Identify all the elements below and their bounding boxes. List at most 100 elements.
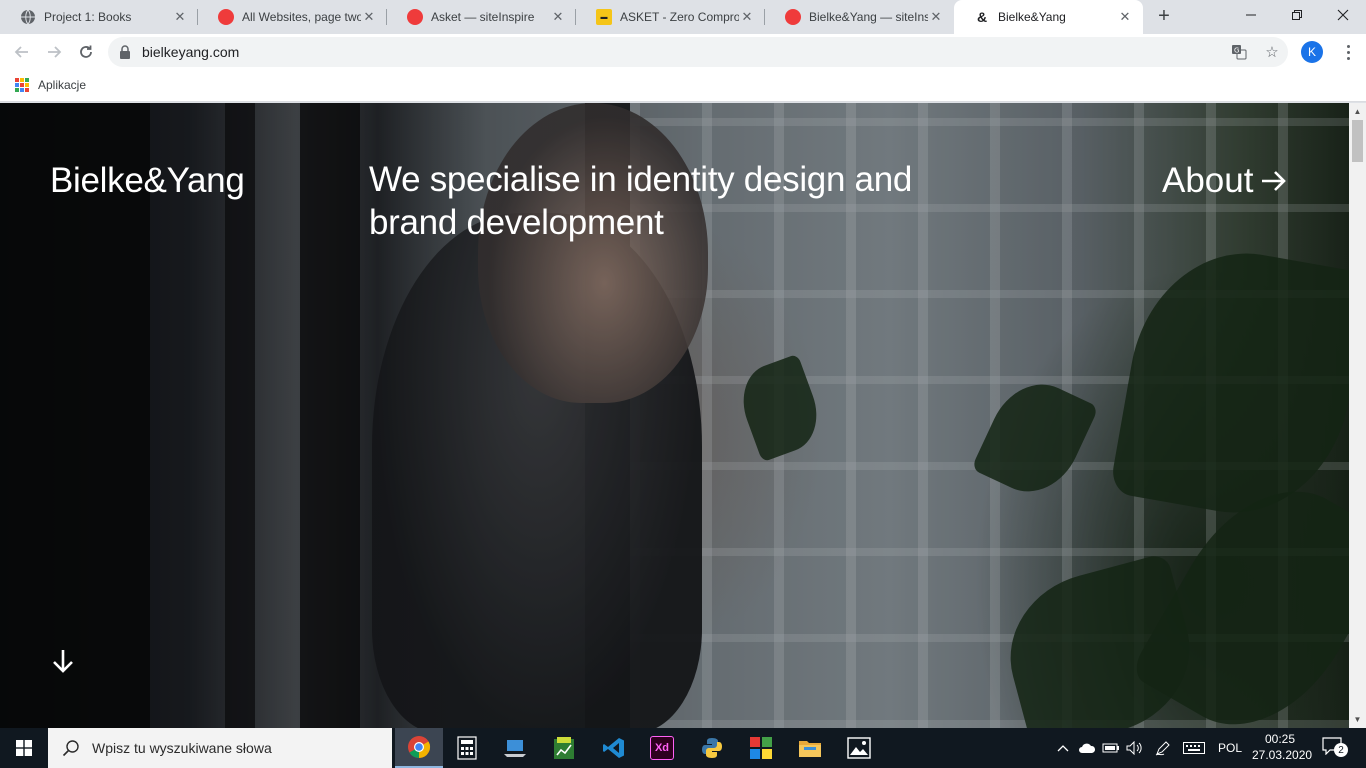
lock-icon [120,45,130,59]
chart-app-icon [554,737,574,759]
close-window-button[interactable] [1320,0,1366,30]
restore-icon [1292,10,1302,20]
chrome-icon [408,736,430,758]
asket-icon: ▬ [596,9,612,25]
taskbar-photos[interactable] [835,728,883,768]
bookmark-apps[interactable]: Aplikacje [15,78,86,92]
python-icon [702,738,722,758]
about-link[interactable]: About [1162,161,1289,201]
calculator-icon [457,736,477,760]
bookmarks-bar: Aplikacje [0,70,1366,102]
taskbar-vscode[interactable] [590,728,638,768]
chrome-menu-button[interactable] [1338,40,1358,64]
ampersand-icon: & [976,9,988,25]
taskbar-clock[interactable]: 00:25 27.03.2020 [1252,731,1313,763]
siteinspire-icon [407,9,423,25]
arrow-right-icon [48,46,62,58]
forward-button[interactable] [42,40,66,64]
notification-badge: 2 [1334,743,1348,757]
taskbar-python[interactable] [688,728,736,768]
apps-grid-icon [15,78,29,92]
taskbar-adobe-xd[interactable]: Xd [638,728,686,768]
adobe-xd-icon: Xd [650,736,674,760]
tab-bielke-siteinspire[interactable]: Bielke&Yang — siteInspire ✕ [765,0,954,34]
hero-section: Bielke&Yang We specialise in identity de… [0,103,1349,728]
tab-title: ASKET - Zero Compromise [620,10,739,24]
siteinspire-icon [785,9,801,25]
tab-title: Project 1: Books [44,10,132,24]
close-icon[interactable]: ✕ [739,9,755,25]
tab-title: Bielke&Yang [998,10,1066,24]
siteinspire-icon [218,9,234,25]
bookmark-label: Aplikacje [38,78,87,92]
tab-title: Asket — siteInspire [431,10,535,24]
close-icon[interactable]: ✕ [172,9,188,25]
battery-icon[interactable] [1100,728,1122,768]
globe-icon [20,9,36,25]
close-icon[interactable]: ✕ [1117,9,1133,25]
tab-title: All Websites, page two [242,10,361,24]
tab-strip: Project 1: Books ✕ All Websites, page tw… [0,0,1366,34]
arrow-down-icon[interactable] [50,648,76,674]
browser-toolbar: bielkeyang.com G ☆ K [0,34,1366,70]
taskbar-search[interactable]: Wpisz tu wyszukiwane słowa [48,728,392,768]
page-scrollbar[interactable]: ▲ ▼ [1349,103,1366,728]
new-tab-button[interactable]: + [1153,6,1175,28]
bookmark-star-icon[interactable]: ☆ [1263,43,1281,61]
back-button[interactable] [10,40,34,64]
hero-tagline: We specialise in identity design and bra… [369,160,913,242]
windows-taskbar: Wpisz tu wyszukiwane słowa Xd POL 00:25 … [0,728,1366,768]
tray-chevron-up-icon[interactable] [1053,728,1073,768]
language-indicator[interactable]: POL [1214,728,1246,768]
tab-asket-siteinspire[interactable]: Asket — siteInspire ✕ [387,0,576,34]
pen-icon[interactable] [1152,728,1174,768]
close-icon[interactable]: ✕ [361,9,377,25]
minimize-button[interactable] [1228,0,1274,30]
search-placeholder: Wpisz tu wyszukiwane słowa [92,740,272,756]
arrow-left-icon [14,46,28,58]
search-icon [62,740,79,757]
volume-icon[interactable] [1124,728,1146,768]
vscode-icon [603,738,624,758]
start-button[interactable] [0,728,48,768]
folder-icon [799,741,821,757]
reload-icon [80,45,92,58]
laptop-icon [504,740,526,757]
reload-button[interactable] [74,40,98,64]
taskbar-chrome[interactable] [395,728,443,768]
close-icon[interactable]: ✕ [928,9,944,25]
clock-time: 00:25 [1264,732,1296,746]
arrow-right-icon [1262,171,1287,191]
colorful-app-icon [750,737,772,759]
tab-asket[interactable]: ▬ ASKET - Zero Compromise ✕ [576,0,765,34]
tab-title: Bielke&Yang — siteInspire [809,10,928,24]
tab-bielke-yang[interactable]: & Bielke&Yang ✕ [954,0,1143,34]
address-bar[interactable]: bielkeyang.com G ☆ [108,37,1288,67]
photos-icon [847,737,871,759]
tab-project-books[interactable]: Project 1: Books ✕ [0,0,198,34]
close-icon[interactable]: ✕ [550,9,566,25]
about-label: About [1162,161,1254,200]
clock-date: 27.03.2020 [1252,748,1313,762]
restore-button[interactable] [1274,0,1320,30]
tab-all-websites[interactable]: All Websites, page two ✕ [198,0,387,34]
scrollbar-thumb[interactable] [1352,120,1363,162]
keyboard-icon[interactable] [1180,728,1208,768]
taskbar-file-explorer[interactable] [786,728,834,768]
scroll-down-icon[interactable]: ▼ [1349,711,1366,728]
url-text: bielkeyang.com [142,44,240,60]
profile-avatar[interactable]: K [1301,41,1323,63]
windows-logo-icon [16,740,32,756]
taskbar-calculator[interactable] [443,728,491,768]
close-icon [1337,9,1349,21]
taskbar-chart-app[interactable] [540,728,588,768]
scroll-up-icon[interactable]: ▲ [1349,103,1366,120]
onedrive-icon[interactable] [1076,728,1098,768]
action-center-button[interactable]: 2 [1322,737,1348,759]
translate-icon[interactable]: G [1230,43,1248,61]
taskbar-colorful-app[interactable] [737,728,785,768]
svg-text:G: G [1234,47,1239,55]
minimize-icon [1246,14,1256,16]
brand-logo[interactable]: Bielke&Yang [50,161,245,201]
taskbar-laptop-app[interactable] [491,728,539,768]
